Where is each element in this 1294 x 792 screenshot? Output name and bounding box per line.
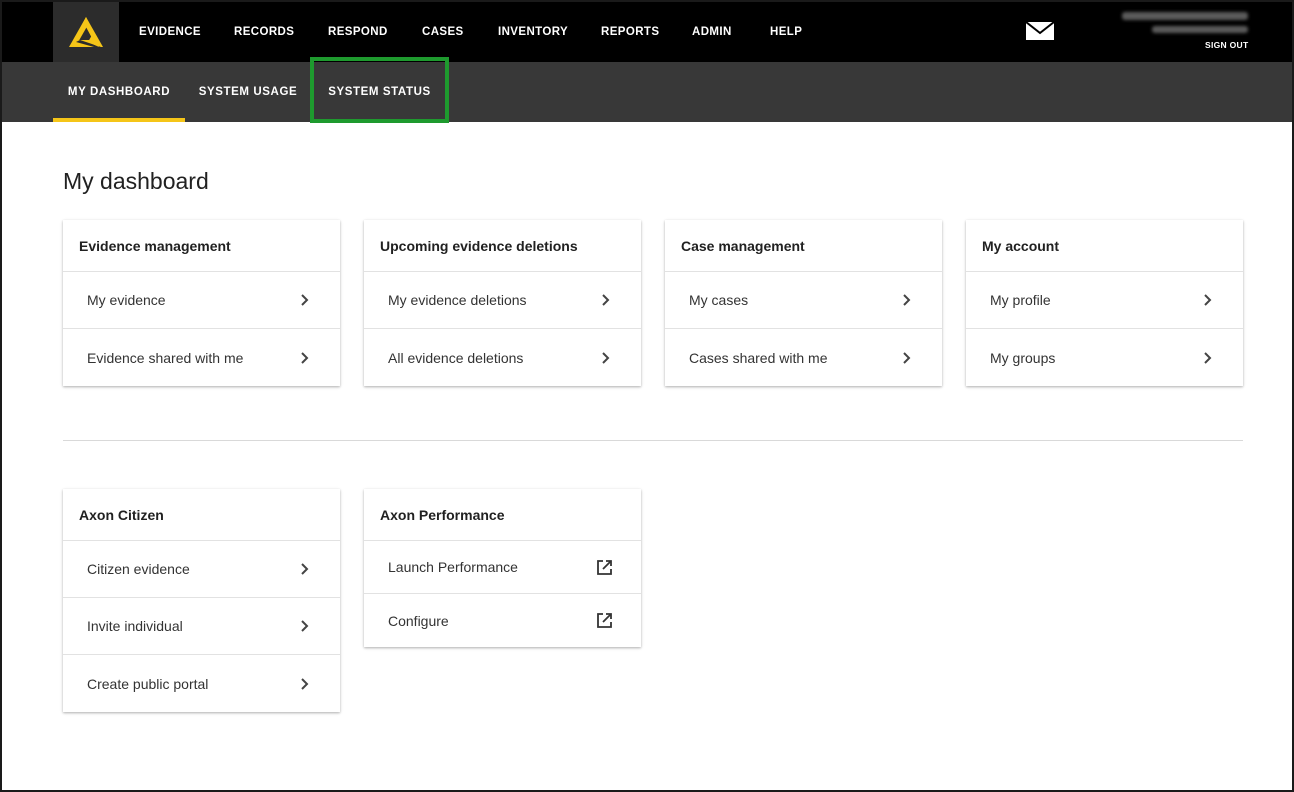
row-label: My evidence <box>87 292 166 308</box>
link-cases-shared-with-me[interactable]: Cases shared with me <box>665 329 942 386</box>
card-case-management: Case management My cases Cases shared wi… <box>665 220 942 386</box>
chevron-right-icon <box>602 351 610 364</box>
card-title: Upcoming evidence deletions <box>364 220 641 272</box>
link-invite-individual[interactable]: Invite individual <box>63 598 340 655</box>
nav-records[interactable]: RECORDS <box>234 2 294 62</box>
row-label: Create public portal <box>87 675 209 692</box>
chevron-right-icon <box>602 294 610 306</box>
link-all-evidence-deletions[interactable]: All evidence deletions <box>364 329 641 386</box>
tab-system-usage[interactable]: SYSTEM USAGE <box>192 62 304 122</box>
row-label: My groups <box>990 349 1056 366</box>
link-launch-performance[interactable]: Launch Performance <box>364 541 641 594</box>
row-label: Configure <box>388 612 449 629</box>
row-label: My profile <box>990 292 1051 308</box>
link-evidence-shared-with-me[interactable]: Evidence shared with me <box>63 329 340 386</box>
link-my-cases[interactable]: My cases <box>665 272 942 329</box>
tab-my-dashboard[interactable]: MY DASHBOARD <box>53 62 185 122</box>
chevron-right-icon <box>903 351 911 364</box>
card-evidence-management: Evidence management My evidence Evidence… <box>63 220 340 386</box>
link-my-groups[interactable]: My groups <box>966 329 1243 386</box>
nav-help[interactable]: HELP <box>770 2 802 62</box>
chevron-right-icon <box>1204 294 1212 306</box>
nav-cases[interactable]: CASES <box>422 2 464 62</box>
card-title: Axon Citizen <box>63 489 340 541</box>
link-my-evidence-deletions[interactable]: My evidence deletions <box>364 272 641 329</box>
chevron-right-icon <box>903 294 911 306</box>
card-title: Evidence management <box>63 220 340 272</box>
chevron-right-icon <box>301 620 309 632</box>
row-label: Citizen evidence <box>87 561 190 577</box>
row-label: My cases <box>689 292 749 308</box>
chevron-right-icon <box>301 351 309 364</box>
redacted-user-detail <box>1152 26 1248 33</box>
row-label: Launch Performance <box>388 559 518 575</box>
sign-out-link[interactable]: SIGN OUT <box>1205 40 1249 50</box>
external-link-icon <box>597 559 612 575</box>
mail-icon[interactable] <box>1026 22 1054 40</box>
chevron-right-icon <box>301 294 309 306</box>
row-label: All evidence deletions <box>388 349 524 366</box>
link-citizen-evidence[interactable]: Citizen evidence <box>63 541 340 598</box>
card-axon-performance: Axon Performance Launch Performance Conf… <box>364 489 641 647</box>
card-title: Axon Performance <box>364 489 641 541</box>
card-axon-citizen: Axon Citizen Citizen evidence Invite ind… <box>63 489 340 712</box>
nav-respond[interactable]: RESPOND <box>328 2 388 62</box>
section-divider <box>63 440 1243 441</box>
app-window: EVIDENCE RECORDS RESPOND CASES INVENTORY… <box>0 0 1294 792</box>
nav-admin[interactable]: ADMIN <box>692 2 732 62</box>
row-label: Invite individual <box>87 618 183 634</box>
row-label: Cases shared with me <box>689 349 828 366</box>
nav-evidence[interactable]: EVIDENCE <box>139 2 201 62</box>
row-label: My evidence deletions <box>388 292 527 308</box>
external-link-icon <box>597 613 612 628</box>
axon-logo-icon <box>69 17 103 47</box>
nav-reports[interactable]: REPORTS <box>601 2 659 62</box>
card-title: My account <box>966 220 1243 272</box>
link-create-public-portal[interactable]: Create public portal <box>63 655 340 712</box>
row-label: Evidence shared with me <box>87 349 244 366</box>
card-upcoming-evidence-deletions: Upcoming evidence deletions My evidence … <box>364 220 641 386</box>
link-my-evidence[interactable]: My evidence <box>63 272 340 329</box>
nav-inventory[interactable]: INVENTORY <box>498 2 568 62</box>
redacted-user-name <box>1122 12 1248 20</box>
card-my-account: My account My profile My groups <box>966 220 1243 386</box>
link-my-profile[interactable]: My profile <box>966 272 1243 329</box>
dashboard-subnav: MY DASHBOARD SYSTEM USAGE SYSTEM STATUS <box>2 62 1292 122</box>
axon-logo[interactable] <box>53 2 119 62</box>
page-title: My dashboard <box>63 168 209 194</box>
card-title: Case management <box>665 220 942 272</box>
chevron-right-icon <box>1204 351 1212 364</box>
chevron-right-icon <box>301 677 309 690</box>
chevron-right-icon <box>301 563 309 575</box>
link-configure[interactable]: Configure <box>364 594 641 647</box>
top-navigation-bar: EVIDENCE RECORDS RESPOND CASES INVENTORY… <box>2 2 1292 62</box>
tab-system-status[interactable]: SYSTEM STATUS <box>314 62 445 122</box>
